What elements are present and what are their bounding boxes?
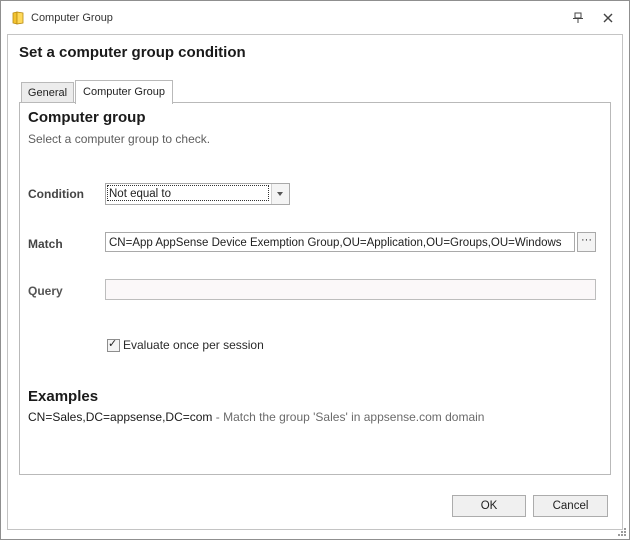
evaluate-once-checkbox[interactable] (107, 337, 120, 352)
cancel-button[interactable]: Cancel (533, 495, 608, 517)
tab-general[interactable]: General (21, 82, 74, 104)
dialog-window: Computer Group Set a computer group cond… (0, 0, 630, 540)
tab-computer-group[interactable]: Computer Group (75, 80, 173, 104)
ok-button[interactable]: OK (452, 495, 526, 517)
close-icon[interactable] (601, 11, 615, 25)
condition-select[interactable]: Not equal to (105, 183, 290, 205)
example-line: CN=Sales,DC=appsense,DC=com - Match the … (28, 410, 484, 424)
examples-title: Examples (28, 388, 99, 405)
folder-icon (12, 11, 24, 25)
dialog-content: Set a computer group condition General C… (7, 34, 623, 530)
section-title: Computer group (28, 109, 146, 126)
query-label: Query (28, 284, 63, 298)
dialog-heading: Set a computer group condition (19, 44, 246, 61)
chevron-down-icon[interactable] (271, 184, 289, 204)
condition-label: Condition (28, 187, 84, 201)
example-code: CN=Sales,DC=appsense,DC=com (28, 410, 213, 424)
section-description: Select a computer group to check. (28, 132, 211, 146)
match-label: Match (28, 237, 63, 251)
browse-button[interactable]: ··· (577, 232, 596, 252)
example-description: - Match the group 'Sales' in appsense.co… (212, 410, 485, 424)
evaluate-once-label[interactable]: Evaluate once per session (123, 338, 264, 352)
resize-grip-icon[interactable] (615, 525, 627, 537)
condition-selected-value: Not equal to (107, 185, 269, 201)
match-field[interactable]: CN=App AppSense Device Exemption Group,O… (105, 232, 575, 252)
title-bar[interactable]: Computer Group (1, 1, 629, 34)
window-title: Computer Group (31, 12, 113, 24)
computer-group-panel: Computer group Select a computer group t… (19, 102, 611, 475)
pin-icon[interactable] (572, 12, 584, 24)
query-field[interactable] (105, 279, 596, 300)
